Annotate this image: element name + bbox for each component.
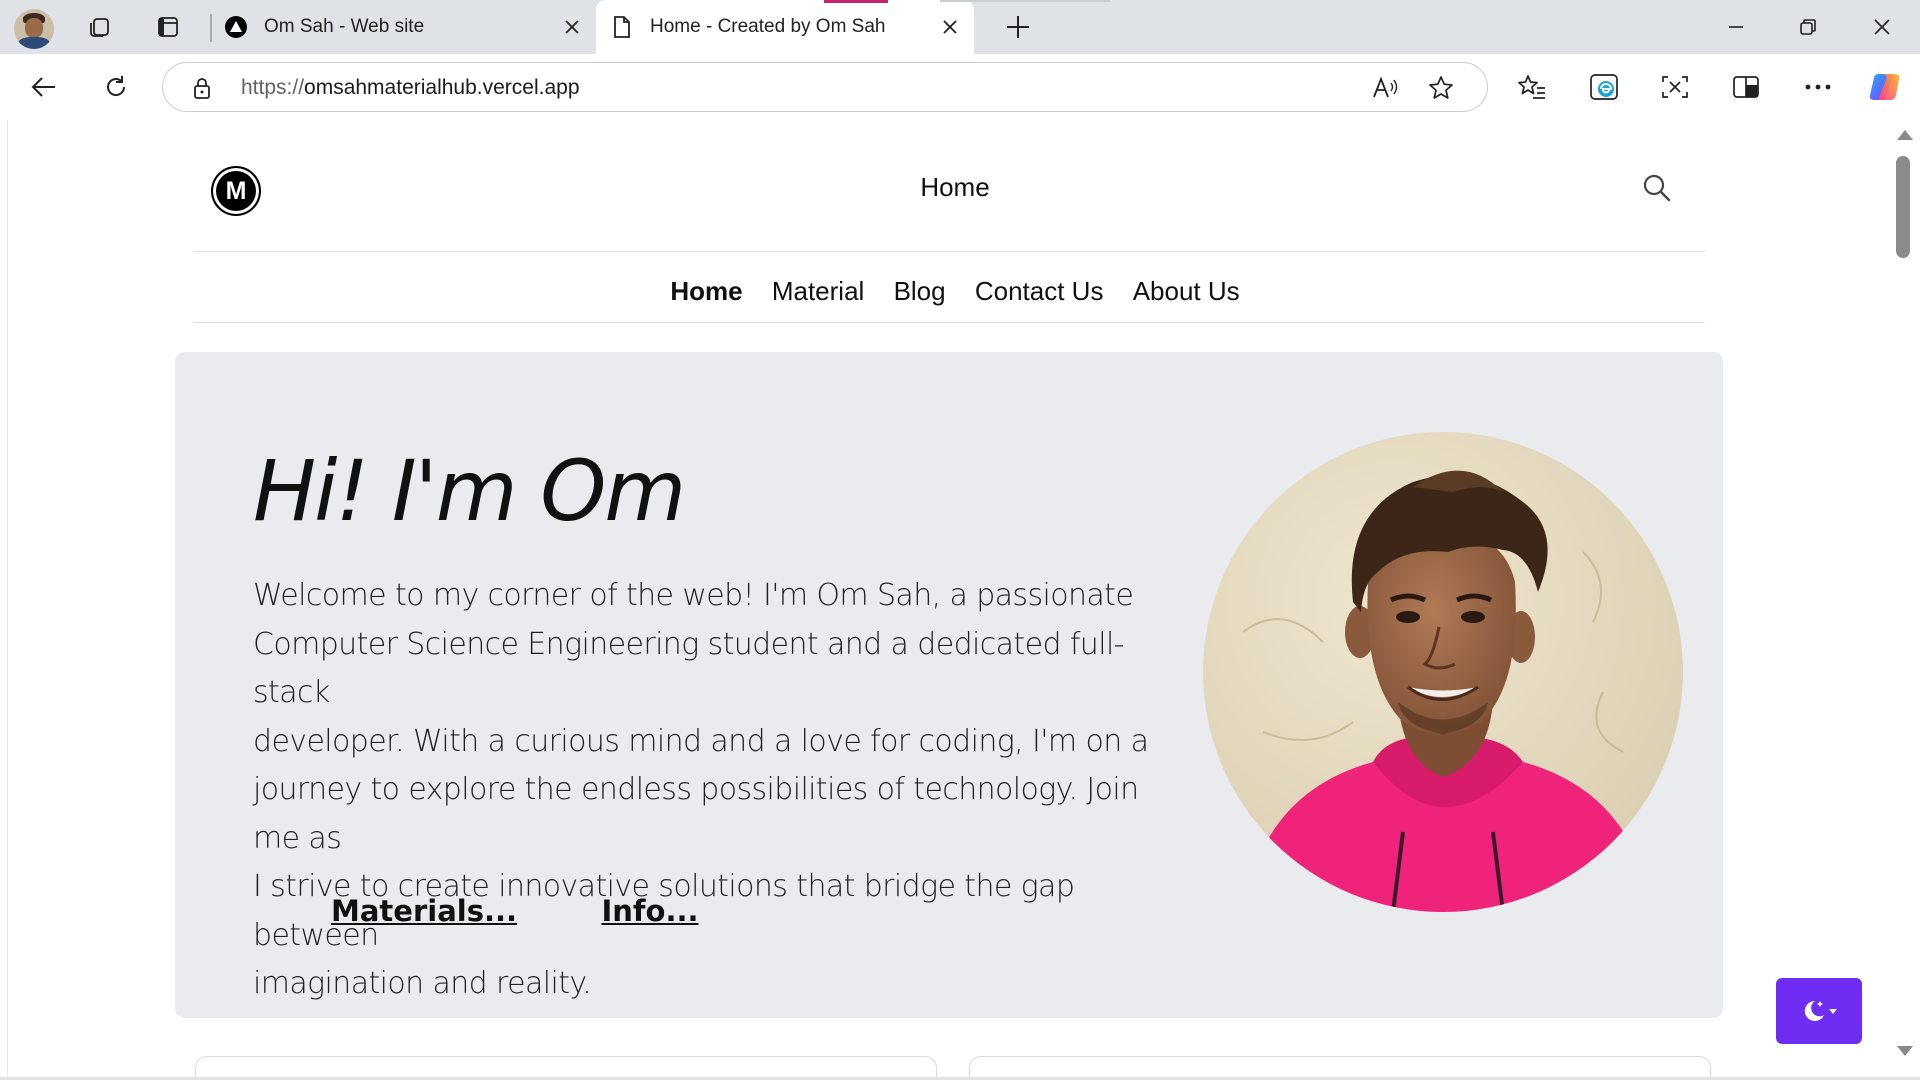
lock-icon[interactable] [189,75,215,101]
hero-section: Hi! I'm Om Welcome to my corner of the w… [175,352,1723,1018]
collections-icon[interactable] [84,11,116,43]
main-nav: Home Material Blog Contact Us About Us [8,276,1889,307]
refresh-icon[interactable] [98,69,134,105]
hero-intro: Welcome to my corner of the web! I'm Om … [253,572,1193,1009]
content-card [969,1056,1711,1078]
hero-links: Materials... Info... [331,894,779,928]
nav-contact-us[interactable]: Contact Us [975,276,1104,306]
restore-button[interactable] [1788,8,1828,46]
materials-link[interactable]: Materials... [331,894,517,928]
nav-about-us[interactable]: About Us [1133,276,1240,306]
url-text[interactable]: https://omsahmaterialhub.vercel.app [241,76,580,100]
moon-icon [1804,1000,1837,1021]
tab-title: Om Sah - Web site [264,16,425,37]
page-viewport: M Home Home Material Blog Contact Us Abo… [7,120,1889,1078]
tab-accent-bar [824,0,888,3]
profile-avatar[interactable] [14,9,54,49]
close-tab-icon[interactable] [938,15,962,39]
intro-line: developer. With a curious mind and a lov… [253,723,1149,759]
nav-blog[interactable]: Blog [894,276,946,306]
close-window-button[interactable] [1862,8,1902,46]
scroll-down-arrow[interactable] [1897,1046,1913,1056]
hero-heading: Hi! I'm Om [253,442,686,540]
scroll-thumb[interactable] [1896,156,1910,258]
page-scrollbar[interactable] [1890,120,1920,1080]
nav-home[interactable]: Home [670,276,742,306]
tab-divider [940,0,1110,2]
tab-separator [210,14,212,42]
search-icon[interactable] [1641,172,1673,204]
close-tab-icon[interactable] [560,15,584,39]
read-aloud-icon[interactable] [1369,72,1401,104]
address-bar[interactable]: https://omsahmaterialhub.vercel.app [162,62,1488,112]
favorites-icon[interactable] [1514,69,1550,105]
scroll-up-arrow[interactable] [1897,130,1913,140]
site-header-title: Home [920,172,990,202]
edge-icon[interactable] [1586,69,1622,105]
info-link[interactable]: Info... [601,894,698,928]
tab-title: Home - Created by Om Sah [650,16,886,37]
split-screen-icon[interactable] [1728,69,1764,105]
nav-divider [193,322,1705,323]
browser-toolbar: https://omsahmaterialhub.vercel.app [0,54,1920,120]
favorite-star-icon[interactable] [1425,72,1457,104]
intro-line: imagination and reality. [253,966,592,1001]
content-card [195,1056,937,1078]
new-tab-button[interactable] [1000,11,1036,43]
intro-line: Computer Science Engineering student and… [253,626,1125,711]
document-icon [610,15,634,39]
minimize-button[interactable] [1716,8,1756,46]
nav-material[interactable]: Material [772,276,864,306]
vercel-triangle-icon [224,15,248,39]
intro-line: Welcome to my corner of the web! I'm Om … [253,578,1134,613]
tab-home-created-by-om-sah[interactable]: Home - Created by Om Sah [596,0,974,54]
tab-actions-icon[interactable] [152,11,184,43]
tab-strip: Om Sah - Web site Home - Created by Om S… [0,0,1920,54]
screenshot-icon[interactable] [1657,69,1693,105]
more-icon[interactable] [1800,69,1836,105]
tab-om-sah-website[interactable]: Om Sah - Web site [214,0,588,54]
intro-line: journey to explore the endless possibili… [253,772,1139,856]
header-divider [193,251,1705,252]
copilot-icon[interactable] [1866,68,1904,106]
theme-toggle-button[interactable] [1776,978,1862,1044]
profile-photo [1203,432,1683,912]
back-icon[interactable] [26,69,62,105]
